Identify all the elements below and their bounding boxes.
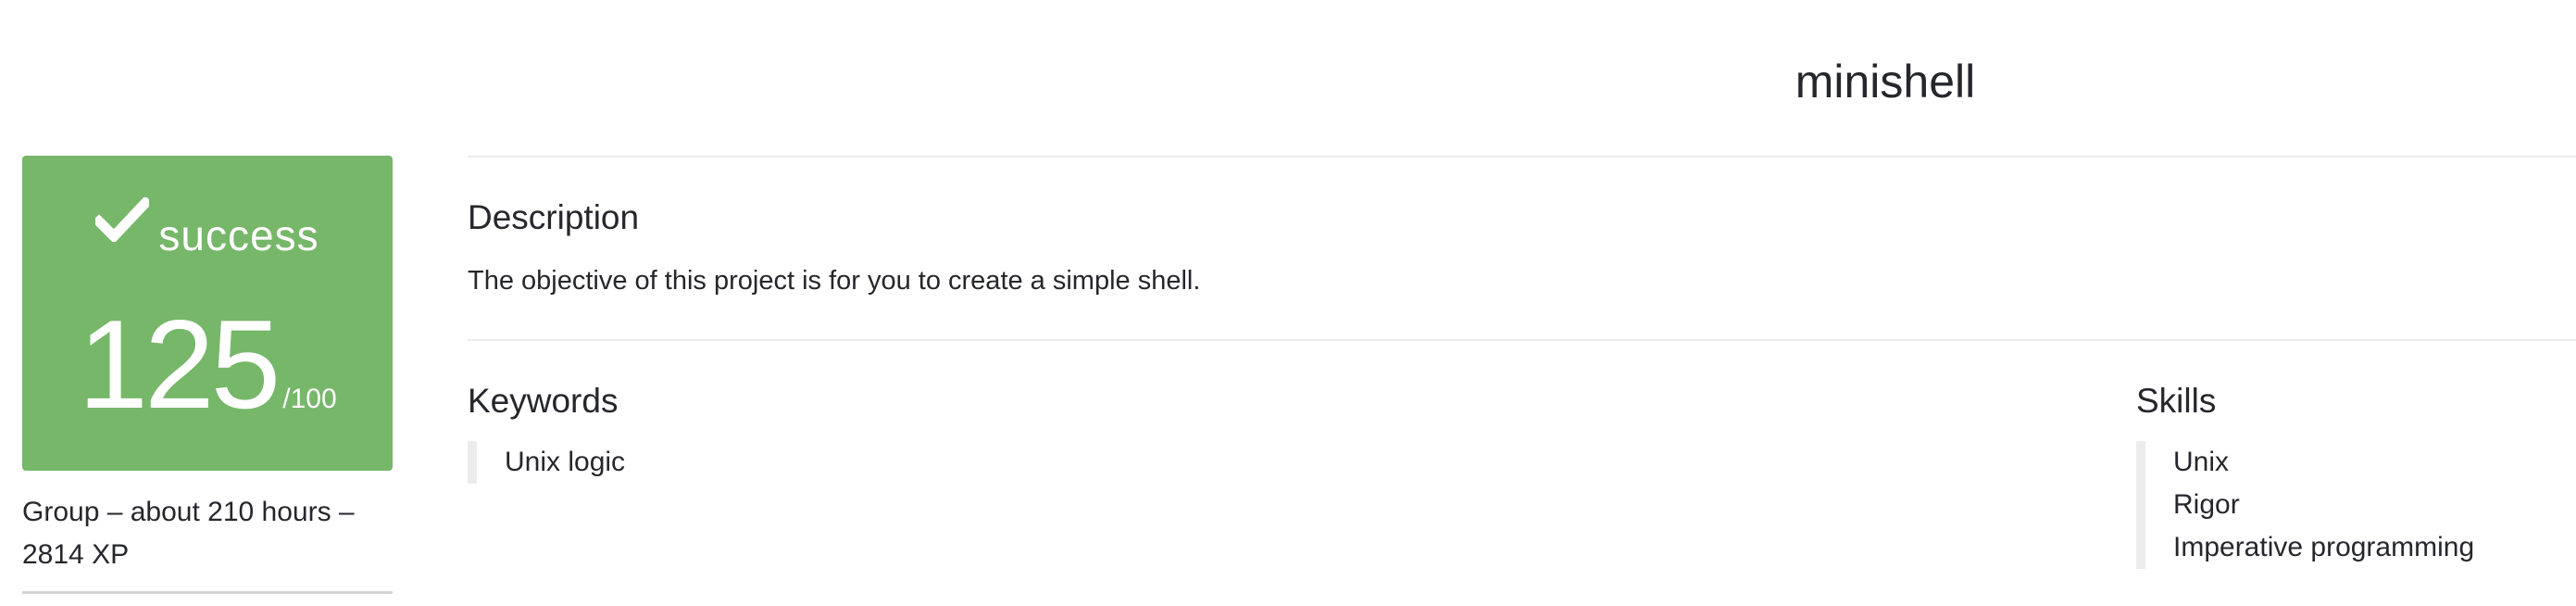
keywords-heading: Keywords	[468, 382, 619, 420]
header-divider	[468, 156, 2576, 158]
skills-list: Unix Rigor Imperative programming	[2136, 441, 2474, 569]
skill-item: Imperative programming	[2173, 532, 2475, 562]
description-heading: Description	[468, 198, 640, 236]
project-title: minishell	[1794, 56, 1976, 107]
group-info-line-2: 2814 XP	[22, 539, 130, 570]
status-label: success	[158, 210, 319, 259]
keywords-list: Unix logic	[468, 441, 625, 484]
skills-heading: Skills	[2136, 382, 2217, 420]
skill-item: Unix	[2173, 447, 2230, 477]
skill-item: Rigor	[2173, 489, 2240, 520]
left-divider	[22, 591, 393, 594]
status-line: success	[22, 196, 393, 264]
group-info-line-1: Group – about 210 hours –	[22, 497, 355, 527]
description-text: The objective of this project is for you…	[468, 266, 1201, 296]
grade-box: success 125/100	[22, 156, 393, 471]
keyword-item: Unix logic	[505, 447, 626, 477]
score-line: 125/100	[22, 295, 393, 434]
check-icon	[92, 196, 154, 255]
section-divider	[468, 339, 2576, 341]
score-value: 125	[78, 294, 281, 435]
group-info: Group – about 210 hours – 2814 XP	[22, 491, 393, 576]
score-max: /100	[282, 384, 337, 414]
